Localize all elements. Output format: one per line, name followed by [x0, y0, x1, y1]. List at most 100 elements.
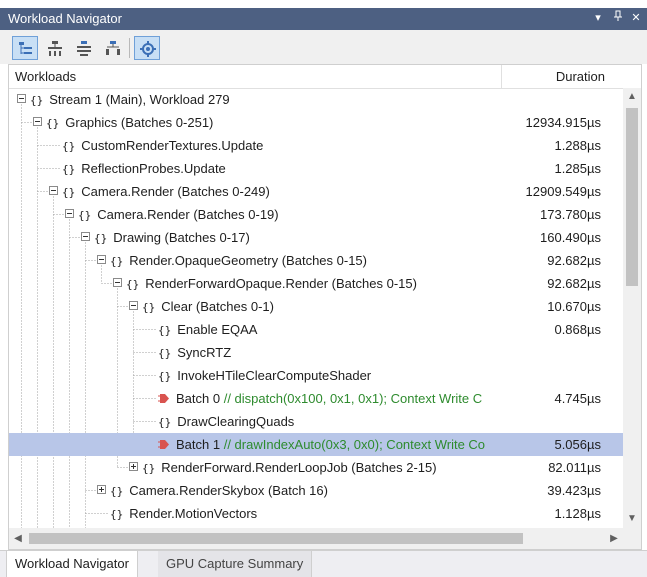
tree-row[interactable]: {} Graphics (Batches 0-251) 12934.915µs: [9, 111, 623, 134]
collapse-toggle-icon[interactable]: [97, 255, 106, 264]
workload-name-cell: {} RenderForwardOpaque.Render (Batches 0-…: [126, 276, 499, 291]
collapse-toggle-icon[interactable]: [113, 278, 122, 287]
workloads-column-header[interactable]: Workloads: [15, 69, 76, 84]
braces-icon: {}: [62, 163, 76, 176]
scroll-up-icon[interactable]: ▲: [623, 88, 641, 106]
tree-row[interactable]: {} Render.MotionVectors 1.128µs: [9, 502, 623, 525]
column-divider[interactable]: [501, 65, 502, 88]
scroll-right-icon[interactable]: ▶: [605, 528, 623, 549]
expand-all-icon[interactable]: [70, 36, 96, 60]
duration-cell: 10.670µs: [547, 299, 601, 314]
tree-row[interactable]: {} RenderForward.RenderLoopJob (Batches 2…: [9, 456, 623, 479]
workload-name: Camera.Render (Batches 0-19): [97, 207, 279, 222]
duration-cell: 160.490µs: [540, 230, 601, 245]
tree-row[interactable]: {} Drawing (Batches 0-17) 160.490µs: [9, 226, 623, 249]
tree-row[interactable]: {} ReflectionProbes.Update 1.285µs: [9, 157, 623, 180]
expand-toggle-icon[interactable]: [129, 462, 138, 471]
tab-gpu-capture-summary[interactable]: GPU Capture Summary: [158, 551, 313, 577]
collapse-toggle-icon[interactable]: [65, 209, 74, 218]
workload-name: Render.MotionVectors: [129, 506, 258, 521]
workload-name: Batch 0: [176, 391, 221, 406]
toggle-bar: [35, 121, 40, 122]
tab-workload-navigator[interactable]: Workload Navigator: [6, 551, 138, 577]
tree-row[interactable]: {} InvokeHTileClearComputeShader: [9, 364, 623, 387]
workload-name: Stream 1 (Main), Workload 279: [49, 92, 230, 107]
toggle-bar: [115, 282, 120, 283]
braces-icon: {}: [158, 370, 172, 383]
workload-name-cell: {} Camera.Render (Batches 0-19): [78, 207, 499, 222]
tree-row[interactable]: {} RenderForwardOpaque.Render (Batches 0-…: [9, 272, 623, 295]
tree-row[interactable]: {} Camera.RenderSkybox (Batch 16) 39.423µs: [9, 479, 623, 502]
braces-icon: {}: [158, 324, 172, 337]
scroll-left-icon[interactable]: ◀: [9, 528, 27, 549]
scroll-down-icon[interactable]: ▼: [623, 510, 641, 528]
workload-name-cell: {} Render.OpaqueGeometry (Batches 0-15): [110, 253, 499, 268]
workload-name-cell: {} Enable EQAA: [158, 322, 499, 337]
workload-name: Drawing (Batches 0-17): [113, 230, 250, 245]
duration-cell: 0.868µs: [554, 322, 601, 337]
tree-row[interactable]: {} SyncRTZ: [9, 341, 623, 364]
workload-name-cell: {} Clear (Batches 0-1): [142, 299, 499, 314]
duration-cell: 82.011µs: [548, 460, 601, 475]
tree-row[interactable]: {} Camera.Render (Batches 0-249) 12909.549…: [9, 180, 623, 203]
workload-name: Batch 1: [176, 437, 221, 452]
tree-row[interactable]: Batch 0 // dispatch(0x100, 0x1, 0x1); Co…: [9, 387, 623, 410]
workload-name: Clear (Batches 0-1): [161, 299, 274, 314]
braces-icon: {}: [142, 301, 156, 314]
tree-row[interactable]: Batch 1 // drawIndexAuto(0x3, 0x0); Cont…: [9, 433, 623, 456]
workload-name-cell: {} Camera.Render (Batches 0-249): [62, 184, 499, 199]
settings-gear-icon[interactable]: [134, 36, 160, 60]
workload-name: DrawClearingQuads: [177, 414, 295, 429]
collapse-icon[interactable]: [41, 36, 67, 60]
collapse-toggle-icon[interactable]: [17, 94, 26, 103]
tree-row[interactable]: {} Enable EQAA 0.868µs: [9, 318, 623, 341]
collapse-toggle-icon[interactable]: [81, 232, 90, 241]
braces-icon: {}: [126, 278, 140, 291]
workload-name-cell: {} CustomRenderTextures.Update: [62, 138, 499, 153]
top-strip: [0, 0, 647, 8]
duration-cell: 12909.549µs: [525, 184, 601, 199]
braces-icon: {}: [158, 347, 172, 360]
dropdown-icon[interactable]: ▾: [590, 10, 606, 26]
duration-cell: 1.285µs: [554, 161, 601, 176]
collapse-toggle-icon[interactable]: [129, 301, 138, 310]
braces-icon: {}: [142, 462, 156, 475]
duration-cell: 39.423µs: [547, 483, 601, 498]
workload-name: ReflectionProbes.Update: [81, 161, 226, 176]
workload-tree-grid: Workloads Duration {} Stream 1 (Main), Wo…: [8, 64, 642, 550]
tree-row[interactable]: {} DrawClearingQuads: [9, 410, 623, 433]
tree-row[interactable]: {} Render.OpaqueGeometry (Batches 0-15) 92…: [9, 249, 623, 272]
pin-icon[interactable]: [610, 10, 626, 26]
vertical-scroll-thumb[interactable]: [626, 108, 638, 286]
braces-icon: {}: [110, 508, 124, 521]
collapse-toggle-icon[interactable]: [33, 117, 42, 126]
tree-row[interactable]: {} Clear (Batches 0-1) 10.670µs: [9, 295, 623, 318]
tree-row[interactable]: {} CustomRenderTextures.Update 1.288µs: [9, 134, 623, 157]
horizontal-scrollbar[interactable]: ◀ ▶: [9, 528, 623, 549]
workload-name: Camera.RenderSkybox (Batch 16): [129, 483, 328, 498]
duration-column-header[interactable]: Duration: [556, 69, 605, 84]
duration-cell: 1.288µs: [554, 138, 601, 153]
workload-name-cell: {} Stream 1 (Main), Workload 279: [30, 92, 499, 107]
batch-icon: [158, 392, 170, 406]
workload-name-cell: {} Camera.RenderSkybox (Batch 16): [110, 483, 499, 498]
horizontal-scroll-thumb[interactable]: [29, 533, 523, 544]
braces-icon: {}: [94, 232, 108, 245]
duration-cell: 92.682µs: [547, 276, 601, 291]
expand-toggle-icon[interactable]: [97, 485, 106, 494]
workload-name: RenderForward.RenderLoopJob (Batches 2-1…: [161, 460, 437, 475]
group-icon[interactable]: [99, 36, 125, 60]
toggle-bar: [133, 464, 134, 469]
collapse-toggle-icon[interactable]: [49, 186, 58, 195]
tree-rows: {} Stream 1 (Main), Workload 279 {} Graphic…: [9, 88, 623, 528]
braces-icon: {}: [78, 209, 92, 222]
tree-row[interactable]: {} Stream 1 (Main), Workload 279: [9, 88, 623, 111]
tree-row[interactable]: {} Camera.Render (Batches 0-19) 173.780µs: [9, 203, 623, 226]
braces-icon: {}: [110, 255, 124, 268]
toggle-bar: [99, 259, 104, 260]
close-icon[interactable]: ✕: [628, 10, 644, 26]
workload-name: Render.OpaqueGeometry (Batches 0-15): [129, 253, 367, 268]
vertical-scrollbar[interactable]: ▲ ▼: [623, 88, 641, 528]
toggle-bar: [83, 236, 88, 237]
tree-view-icon[interactable]: [12, 36, 38, 60]
